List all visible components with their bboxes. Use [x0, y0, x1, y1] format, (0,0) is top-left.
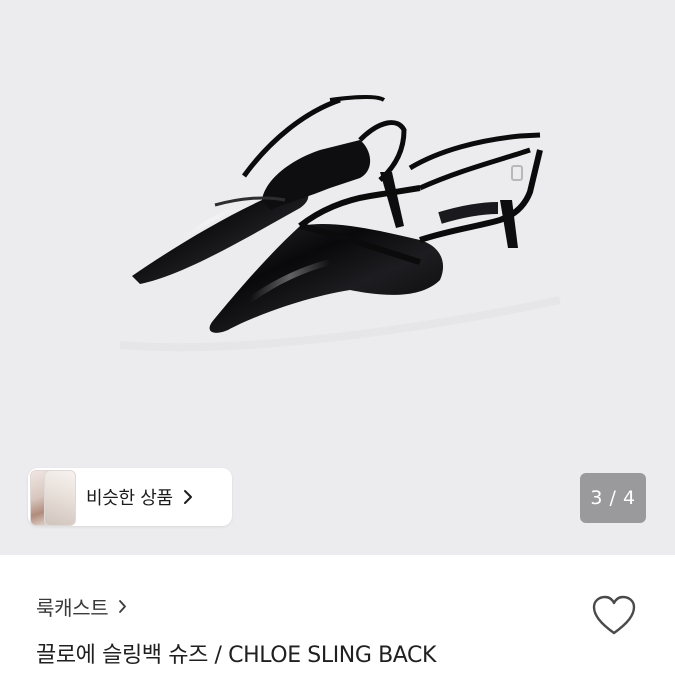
image-pager-indicator: 3 / 4 — [580, 473, 646, 523]
product-info: 룩캐스트 끌로에 슬링백 슈즈 / CHLOE SLING BACK — [0, 555, 675, 675]
brand-name: 룩캐스트 — [36, 596, 109, 620]
heart-outline-icon — [592, 595, 636, 635]
product-title: 끌로에 슬링백 슈즈 / CHLOE SLING BACK — [36, 643, 437, 668]
brand-link[interactable]: 룩캐스트 — [36, 592, 127, 621]
similar-products-label: 비슷한 상품 — [86, 488, 173, 509]
like-button[interactable] — [590, 593, 638, 637]
product-image-carousel[interactable]: 비슷한 상품 3 / 4 — [0, 0, 675, 555]
similar-thumbnail — [44, 470, 76, 526]
similar-thumbnails — [28, 468, 76, 526]
similar-products-button[interactable]: 비슷한 상품 — [28, 468, 232, 526]
chevron-right-icon — [118, 599, 127, 614]
chevron-right-icon — [183, 489, 193, 505]
